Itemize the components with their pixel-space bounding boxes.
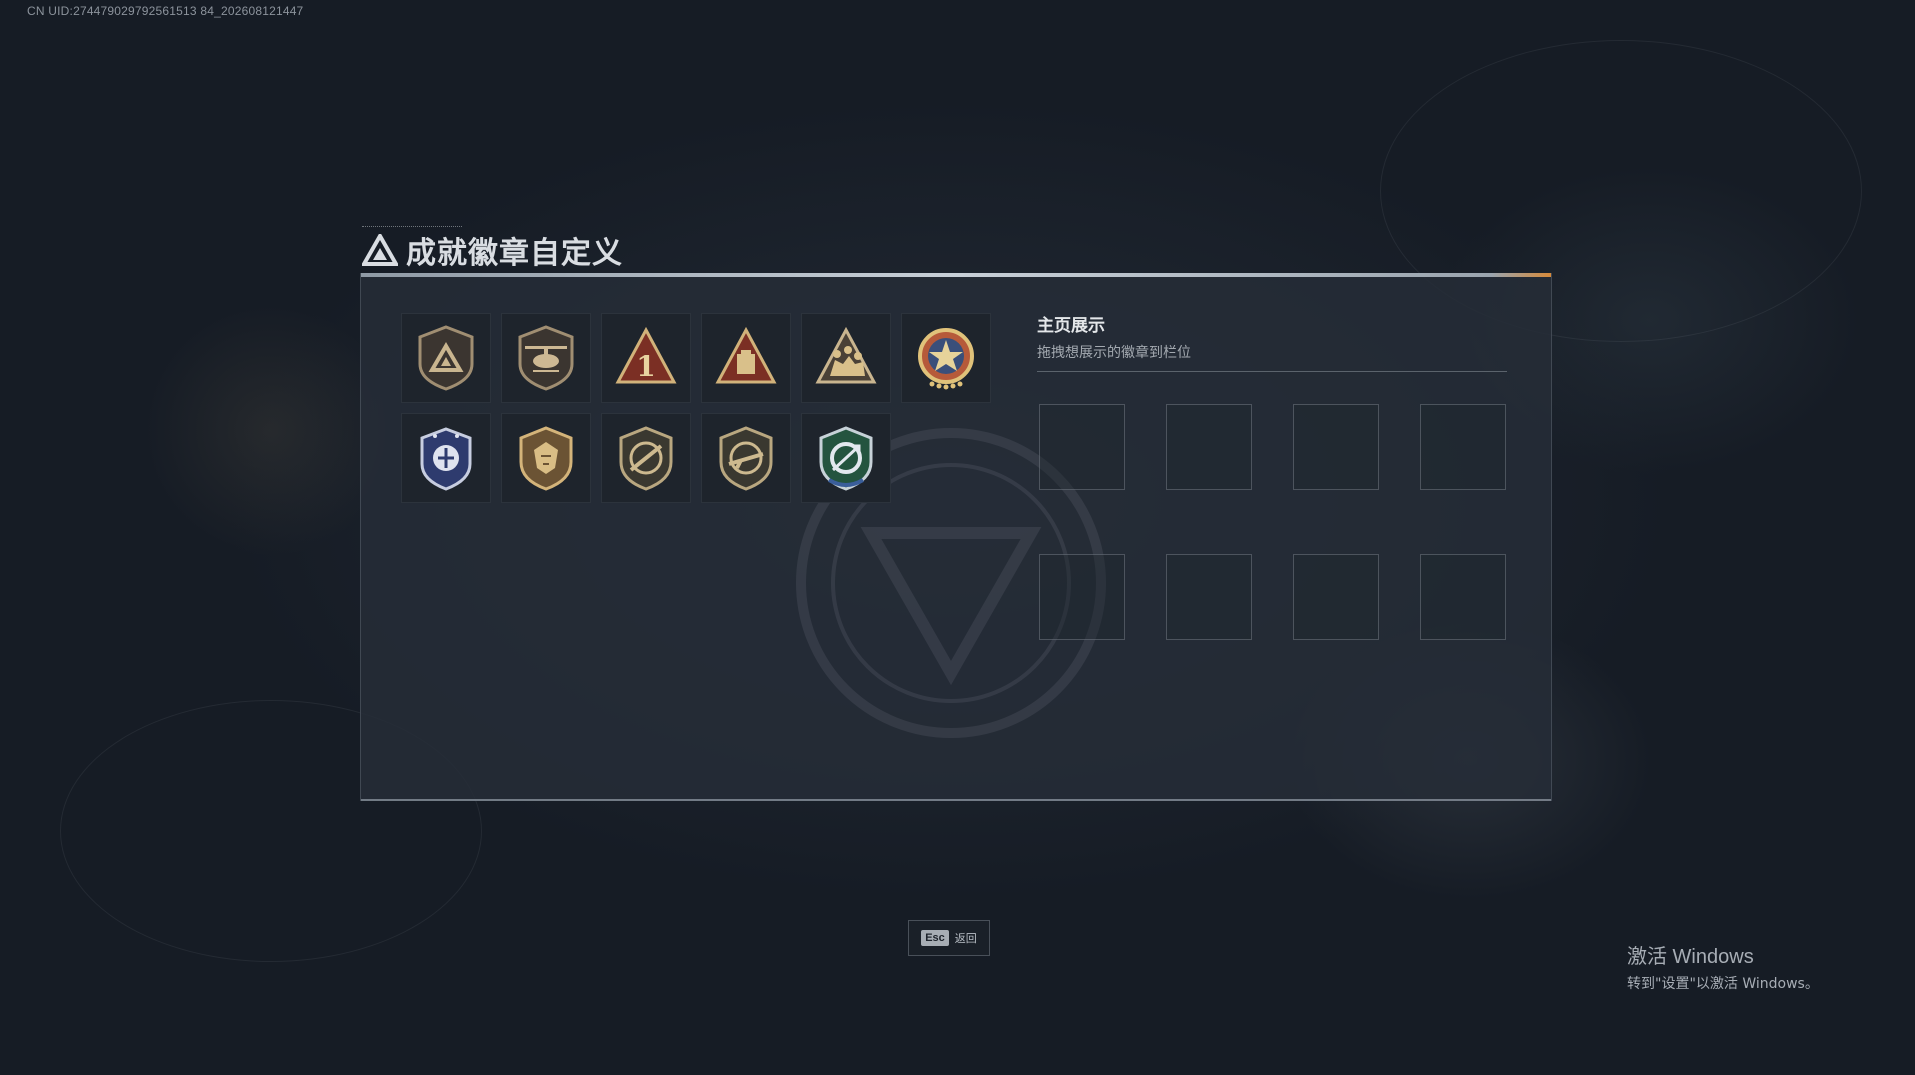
badge-inventory: 1 — [401, 313, 991, 503]
badge-slot[interactable] — [701, 313, 791, 403]
showcase-slots — [1039, 404, 1506, 640]
badge-slot[interactable] — [801, 413, 891, 503]
badge-slot[interactable] — [401, 313, 491, 403]
showcase-title: 主页展示 — [1037, 316, 1105, 336]
badge-slot[interactable] — [901, 313, 991, 403]
badge-slot[interactable] — [501, 313, 591, 403]
lion-shield-badge-icon — [519, 426, 573, 491]
showcase-slot[interactable] — [1293, 554, 1379, 640]
triangle-logo-icon — [362, 234, 398, 266]
dialog-header: 成就徽章自定义 — [362, 228, 623, 272]
game-screen: CN UID:274479029792561513 84_20260812144… — [0, 0, 1915, 1075]
esc-label: 返回 — [954, 932, 977, 945]
esc-back-button[interactable]: Esc 返回 — [908, 920, 990, 956]
showcase-slot[interactable] — [1039, 404, 1125, 490]
esc-key-icon: Esc — [921, 930, 949, 946]
rifle-shield-badge-icon — [619, 426, 673, 491]
helicopter-badge-icon — [518, 325, 574, 391]
blue-eagle-badge-icon — [420, 427, 472, 491]
squad-triangle-badge-icon — [815, 326, 877, 384]
panel-bottom-border — [361, 799, 1551, 801]
showcase-slot[interactable] — [1039, 554, 1125, 640]
green-arrows-badge-icon — [819, 426, 873, 491]
svg-text:1: 1 — [636, 350, 655, 383]
rank-one-triangle-badge-icon: 1 — [615, 326, 677, 384]
showcase-slot[interactable] — [1420, 404, 1506, 490]
watermark-title: 激活 Windows — [1627, 946, 1754, 968]
dialog-title: 成就徽章自定义 — [406, 236, 623, 271]
showcase-slot[interactable] — [1293, 404, 1379, 490]
badge-slot[interactable] — [601, 413, 691, 503]
panel-top-border — [361, 273, 1551, 277]
windows-activation-watermark: 激活 Windows 转到"设置"以激活 Windows。 — [1627, 940, 1819, 993]
homepage-showcase: 主页展示 拖拽想展示的徽章到栏位 — [1037, 311, 1507, 372]
crate-triangle-badge-icon — [715, 326, 777, 384]
badge-slot[interactable] — [801, 313, 891, 403]
badge-slot[interactable] — [401, 413, 491, 503]
watermark-subtitle: 转到"设置"以激活 Windows。 — [1627, 976, 1819, 992]
star-medal-badge-icon — [918, 328, 974, 390]
showcase-slot[interactable] — [1166, 404, 1252, 490]
showcase-subtitle: 拖拽想展示的徽章到栏位 — [1037, 342, 1507, 372]
badge-slot[interactable] — [501, 413, 591, 503]
badge-slot[interactable]: 1 — [601, 313, 691, 403]
sniper-shield-badge-icon — [719, 426, 773, 491]
badge-customize-panel: 1 主页展示 拖拽想展示的徽章到栏位 — [360, 273, 1552, 801]
badge-slot[interactable] — [701, 413, 791, 503]
showcase-slot[interactable] — [1166, 554, 1252, 640]
uid-label: CN UID:274479029792561513 84_20260812144… — [27, 4, 304, 18]
shield-triangle-badge-icon — [418, 325, 474, 391]
showcase-slot[interactable] — [1420, 554, 1506, 640]
